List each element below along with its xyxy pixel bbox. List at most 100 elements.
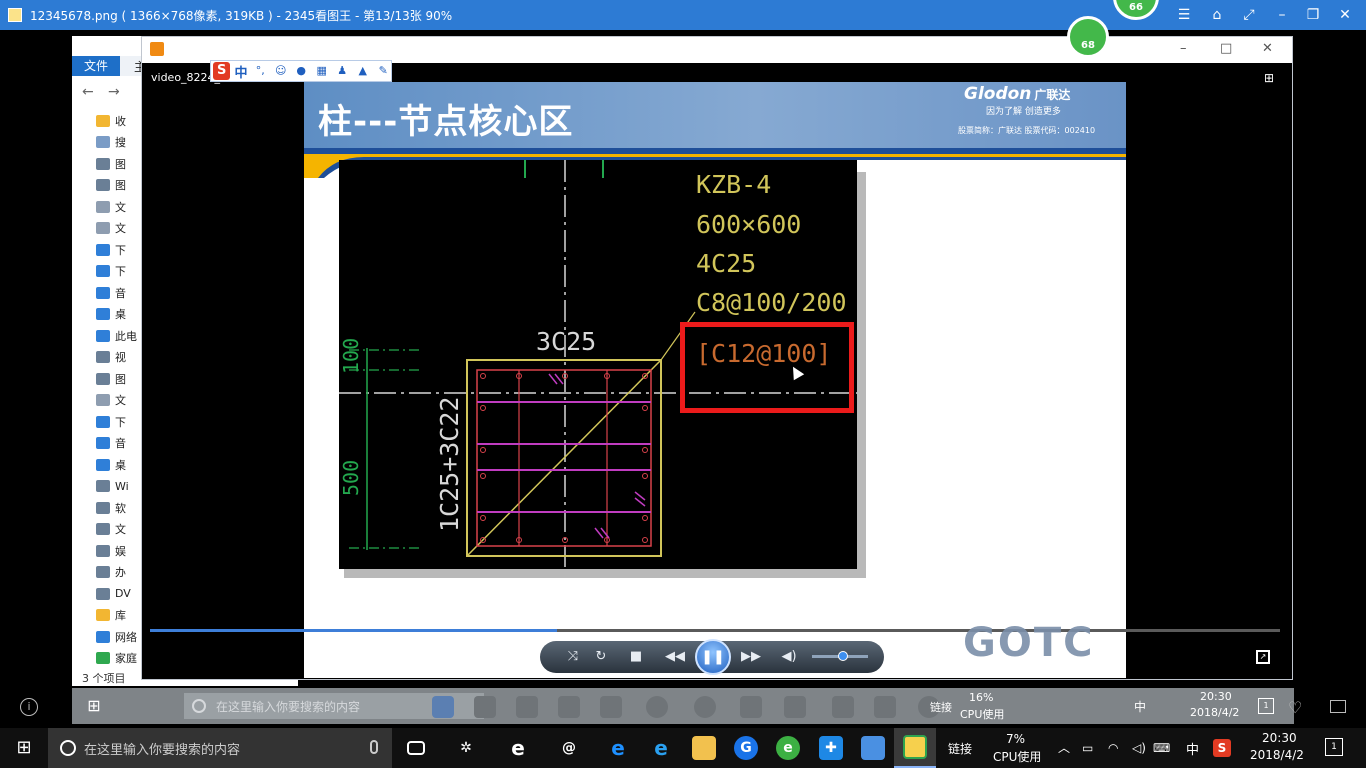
keyboard-icon[interactable]: ▦ <box>314 64 330 78</box>
explorer-status: 3 个项目 <box>82 672 126 685</box>
wifi-icon[interactable]: ◠ <box>1108 740 1118 756</box>
punctuation-icon[interactable]: °, <box>252 64 268 78</box>
player-close-icon[interactable]: ✕ <box>1262 41 1273 57</box>
rotate-right-icon[interactable] <box>784 696 806 718</box>
volume-icon[interactable]: ◀) <box>780 648 798 666</box>
edge-icon: e <box>611 736 625 760</box>
wrench-icon[interactable]: ✎ <box>375 64 391 78</box>
fast-forward-icon[interactable]: ▶▶ <box>741 648 761 666</box>
info-icon[interactable]: i <box>20 698 38 716</box>
volume-knob[interactable] <box>837 651 848 661</box>
forward-arrow-icon[interactable]: → <box>108 84 120 100</box>
tree-item-label: 娱 <box>115 544 126 558</box>
taskbar-app-image-viewer[interactable] <box>894 728 936 768</box>
volume-tray-icon[interactable]: ◁) <box>1132 740 1146 756</box>
taskbar-app-360[interactable]: e <box>767 728 809 768</box>
taskbar-search-box[interactable]: 在这里输入你要搜索的内容 <box>48 728 392 768</box>
tray-ime-indicator[interactable]: 中 <box>1186 739 1199 758</box>
taskbar-app-spiral[interactable]: @ <box>548 728 590 768</box>
notification-center-icon[interactable]: 1 <box>1325 738 1343 756</box>
taskbar-search-placeholder: 在这里输入你要搜索的内容 <box>84 742 241 758</box>
taskbar-app-briefcase[interactable] <box>852 728 894 768</box>
stop-icon[interactable]: ■ <box>627 648 645 666</box>
ime-toolbar[interactable]: S 中 °, ☺ ● ▦ ♟ ▲ ✎ <box>210 60 392 82</box>
cad-dimension-bottom: 500 <box>339 459 363 496</box>
tree-item-icon <box>96 243 110 256</box>
taskbar-app-ie[interactable]: e <box>497 728 539 768</box>
fullscreen-icon[interactable]: ⤢ <box>1240 7 1258 23</box>
tray-sogou-icon[interactable]: S <box>1213 739 1231 757</box>
tray-clock-date[interactable]: 2018/4/2 <box>1250 748 1304 762</box>
sogou-logo-icon[interactable]: S <box>213 62 231 80</box>
tree-item-label: 网络 <box>115 630 137 644</box>
pause-button[interactable]: ❚❚ <box>695 639 731 675</box>
open-folder-icon[interactable] <box>1330 700 1346 713</box>
ie-blue-icon: e <box>654 736 668 760</box>
player-speed-badge[interactable]: 68 <box>1067 16 1109 58</box>
taskbar-app-2345[interactable]: G <box>725 728 767 768</box>
actual-size-tool-icon[interactable] <box>474 696 496 718</box>
zoom-fit-tool-icon[interactable] <box>432 696 454 718</box>
tree-item-label: 文 <box>115 222 126 236</box>
viewer-titlebar: 12345678.png ( 1366×768像素, 319KB ) - 234… <box>0 0 1366 30</box>
microphone-icon[interactable]: ● <box>293 64 309 78</box>
minimize-icon[interactable]: – <box>1273 7 1291 23</box>
volume-slider[interactable] <box>812 651 868 661</box>
taskbar-app-plus[interactable]: ✚ <box>810 728 852 768</box>
favorite-heart-icon[interactable]: ♡ <box>1288 698 1302 717</box>
microphone-icon[interactable] <box>370 740 378 754</box>
mini-mode-icon[interactable]: ↗ <box>1256 650 1270 664</box>
taskbar-app-fan[interactable]: ✲ <box>445 728 487 768</box>
inner-clock-time: 20:30 <box>1200 690 1232 703</box>
progress-bar[interactable] <box>150 629 1280 632</box>
task-view-button[interactable] <box>395 728 437 768</box>
repeat-icon[interactable]: ↻ <box>592 648 610 666</box>
edit-tool-icon[interactable] <box>874 696 896 718</box>
ime-mode-toggle[interactable]: 中 <box>234 62 247 81</box>
skin-shirt-icon[interactable]: ▲ <box>355 64 371 78</box>
player-maximize-icon[interactable]: □ <box>1220 41 1232 57</box>
inner-clock-date: 2018/4/2 <box>1190 706 1240 719</box>
taskbar-app-explorer[interactable] <box>683 728 725 768</box>
tray-clock-time[interactable]: 20:30 <box>1262 731 1297 745</box>
maximize-icon[interactable]: ❐ <box>1304 7 1322 23</box>
viewer-speed-badge[interactable]: 66 <box>1113 0 1159 20</box>
battery-icon[interactable]: ▭ <box>1082 740 1093 756</box>
player-minimize-icon[interactable]: – <box>1180 41 1187 57</box>
viewer-title: 12345678.png ( 1366×768像素, 319KB ) - 234… <box>30 8 453 23</box>
tree-item-icon <box>96 458 110 471</box>
tray-link-label[interactable]: 链接 <box>948 740 972 757</box>
explorer-tab-file[interactable]: 文件 <box>72 56 120 76</box>
zoom-in-tool-icon[interactable] <box>516 696 538 718</box>
inner-start-icon: ⊞ <box>87 696 101 715</box>
shuffle-icon[interactable]: ⤨ <box>564 648 582 666</box>
previous-image-icon[interactable] <box>646 696 668 718</box>
slideshow-tool-icon[interactable] <box>600 696 622 718</box>
taskbar-app-ie-blue[interactable]: e <box>640 728 682 768</box>
tree-item-icon <box>96 286 110 299</box>
tree-item-icon <box>96 329 110 342</box>
tree-item-label: Wi <box>115 479 129 493</box>
rotate-left-icon[interactable] <box>740 696 762 718</box>
glodon-logo: Glodon 广联达 <box>964 84 1070 104</box>
tray-chevron-up-icon[interactable]: ︿ <box>1058 740 1070 756</box>
menu-icon[interactable]: ☰ <box>1175 7 1193 23</box>
tree-item-label: 办 <box>115 566 126 580</box>
tree-item-icon <box>96 265 110 278</box>
inner-search-placeholder: 在这里输入你要搜索的内容 <box>216 699 361 714</box>
next-image-icon[interactable] <box>694 696 716 718</box>
zoom-out-tool-icon[interactable] <box>558 696 580 718</box>
back-arrow-icon[interactable]: ← <box>82 84 94 100</box>
time-display: 00:35 <box>504 650 536 663</box>
close-icon[interactable]: ✕ <box>1336 7 1354 23</box>
grid-layout-icon[interactable]: ⊞ <box>1264 71 1280 85</box>
rewind-icon[interactable]: ◀◀ <box>665 648 685 666</box>
user-icon[interactable]: ♟ <box>334 64 350 78</box>
emoji-icon[interactable]: ☺ <box>273 64 289 78</box>
cad-corner-rebar: 4C25 <box>696 249 757 278</box>
taskbar-app-edge[interactable]: e <box>597 728 639 768</box>
keyboard-tray-icon[interactable]: ⌨ <box>1153 740 1170 756</box>
delete-tool-icon[interactable] <box>832 696 854 718</box>
start-button[interactable]: ⊞ <box>0 728 48 768</box>
skin-icon[interactable]: ⌂ <box>1208 7 1226 23</box>
